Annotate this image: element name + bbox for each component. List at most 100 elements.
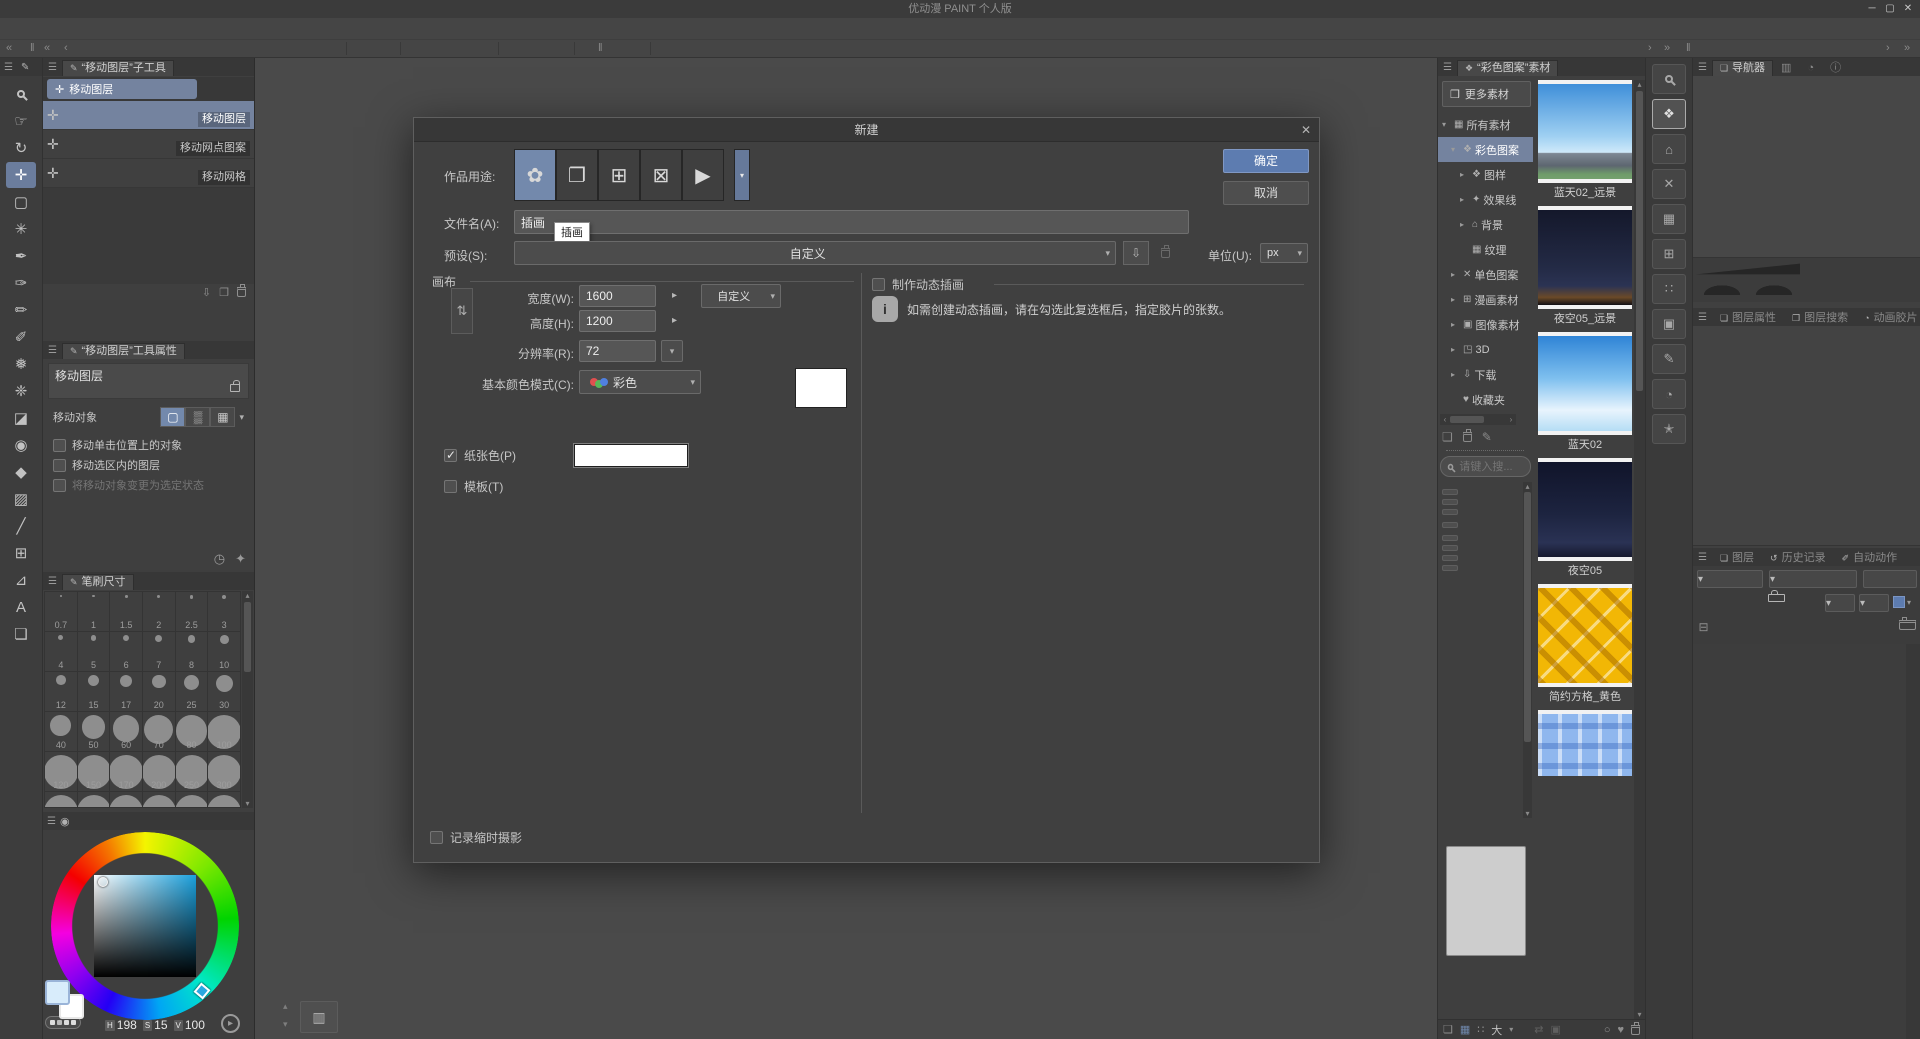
folder-image[interactable]: ▣ [1652, 309, 1686, 339]
paper-color-checkbox[interactable] [444, 449, 457, 462]
brush-size-cell[interactable]: 300 [208, 752, 240, 791]
rotate-slider[interactable] [1696, 283, 1800, 295]
use-illustration-button[interactable]: ✿ [514, 149, 556, 201]
folder-3d[interactable]: ◔ [1652, 379, 1686, 409]
color-mode-toggle-icon[interactable]: ▸ [221, 1014, 240, 1033]
subtool-menu-icon[interactable]: ☰ [43, 59, 62, 76]
save-preset-button[interactable]: ⇩ [1123, 241, 1149, 265]
divider-handle3-icon[interactable]: ‖ [1686, 40, 1691, 57]
brush-size-cell[interactable]: 200 [143, 752, 175, 791]
material-menu-icon[interactable]: ☰ [1438, 59, 1457, 76]
move-target-more-icon[interactable]: ▾ [239, 412, 244, 423]
layer-list[interactable] [1693, 644, 1906, 1039]
timelapse-checkbox[interactable] [430, 831, 443, 844]
hand-tool[interactable]: ☞ [6, 108, 36, 134]
width-input[interactable] [579, 285, 656, 307]
blend-tool[interactable]: ◉ [6, 432, 36, 458]
brushsize-menu-icon[interactable]: ☰ [43, 573, 62, 590]
brush-scrollbar[interactable]: ▴ ▾ [242, 591, 253, 808]
brush-footer-radio-icon[interactable]: ◉ [60, 815, 70, 828]
brush-size-cell[interactable] [110, 792, 142, 808]
favorite-icon[interactable]: ♥ [1617, 1024, 1624, 1036]
collapse-arrow-icon[interactable]: ‹ [64, 40, 68, 57]
toolprop-checkbox-row[interactable]: 移动单击位置上的对象 [53, 437, 244, 453]
folder-manga[interactable]: ⊞ [1652, 239, 1686, 269]
paste-material-icon[interactable]: ⇄ [1534, 1023, 1543, 1036]
delete-preset-button[interactable] [1154, 241, 1176, 265]
brush-size-cell[interactable]: 40 [45, 712, 77, 751]
airbrush-tool[interactable]: ❅ [6, 351, 36, 377]
brush-size-cell[interactable]: 6 [110, 632, 142, 671]
delete-folder-icon[interactable] [1463, 432, 1472, 442]
brush-size-cell[interactable]: 25 [176, 672, 208, 711]
material-tree-item[interactable]: ▾ ❖ 彩色图案 [1438, 137, 1533, 162]
subtool-item[interactable]: ✛ 移动网格 [43, 159, 254, 188]
checkbox[interactable] [53, 439, 66, 452]
brush-size-cell[interactable]: 80 [176, 712, 208, 751]
dock-tab[interactable]: ↺ 历史记录 [1762, 550, 1834, 566]
layer-menu-icon[interactable]: ☰ [1693, 549, 1712, 566]
lock-icon[interactable] [230, 384, 240, 392]
material-tree-item[interactable]: ▸ ✦ 效果线 [1438, 187, 1533, 212]
dock-expand-icon[interactable]: › [1886, 40, 1890, 57]
edit-folder-icon[interactable]: ✎ [1482, 430, 1492, 444]
zoom-slider[interactable] [1696, 263, 1800, 275]
folder-color-pattern[interactable]: ❖ [1652, 99, 1686, 129]
tool-palette-menu-icon[interactable]: ☰ [4, 62, 13, 73]
material-tag[interactable] [1442, 522, 1458, 528]
material-scrollbar[interactable]: ▴ ▾ [1634, 80, 1645, 1019]
move-target-tone-button[interactable]: ▒ [185, 407, 210, 427]
move-target-grid-button[interactable]: ▦ [210, 407, 235, 427]
collapse-folders-icon[interactable]: ⊟ [1695, 620, 1712, 634]
blend-mode-select[interactable]: ▾ [1697, 570, 1763, 588]
dock-tab[interactable]: ✐ 自动动作 [1834, 550, 1906, 566]
material-tree-item[interactable]: ▸ ◳ 3D [1438, 337, 1533, 362]
brush-size-cell[interactable]: 5 [78, 632, 110, 671]
wrench-icon[interactable]: ✦ [235, 551, 246, 567]
checkbox[interactable] [53, 459, 66, 472]
folder-background[interactable]: ⌂ [1652, 134, 1686, 164]
subtool-group-chip[interactable]: ✛ 移动图层 [47, 79, 197, 99]
folder-monochrome[interactable]: ✕ [1652, 169, 1686, 199]
material-tab[interactable]: ❖ “彩色图案”素材 [1457, 60, 1558, 76]
use-comic-multi-button[interactable]: ⊞ [598, 149, 640, 201]
brush-size-cell[interactable]: 120 [45, 752, 77, 791]
colormode-select[interactable]: 彩色 ▾ [579, 370, 701, 394]
dock-tab[interactable]: ❐ 图层搜索 [1784, 310, 1856, 326]
eraser-tool[interactable]: ◪ [6, 405, 36, 431]
cancel-button[interactable]: 取消 [1223, 181, 1309, 205]
use-comic-settings-button[interactable]: ⊠ [640, 149, 682, 201]
brush-size-cell[interactable]: 3 [208, 592, 240, 631]
tag-scrollbar[interactable]: ▴ ▾ [1523, 482, 1532, 818]
material-tag[interactable] [1442, 489, 1458, 495]
close-button[interactable]: ✕ [1900, 1, 1916, 17]
ok-button[interactable]: 确定 [1223, 149, 1309, 173]
reference-select[interactable]: ▾ [1859, 594, 1889, 612]
tab-subview-icon[interactable]: ▥ [1773, 60, 1799, 76]
brush-size-cell[interactable] [176, 792, 208, 808]
toolbar-icon[interactable] [574, 42, 580, 55]
dock-expand2-icon[interactable]: » [1904, 40, 1910, 57]
material-tree-item[interactable]: ▸ ✕ 单色图案 [1438, 262, 1533, 287]
opacity-field[interactable] [1863, 570, 1917, 588]
scroll-left-icon[interactable]: ‹ [1440, 415, 1450, 424]
material-tag[interactable] [1442, 535, 1458, 541]
collapse-left2-icon[interactable]: « [44, 40, 50, 57]
main-color-swatch[interactable] [45, 980, 70, 1005]
material-tag[interactable] [1442, 555, 1458, 561]
minimize-button[interactable]: ─ [1864, 1, 1880, 17]
preset-select[interactable]: 自定义 ▾ [514, 241, 1116, 265]
toolbar-icon[interactable] [346, 42, 352, 55]
folder-texture[interactable]: ▦ [1652, 204, 1686, 234]
marquee-tool[interactable]: ▢ [6, 189, 36, 215]
collapse-left-icon[interactable]: « [6, 40, 12, 57]
toolprop-checkbox-row[interactable]: 移动选区内的图层 [53, 457, 244, 473]
pen-tool[interactable]: ✑ [6, 270, 36, 296]
stack-view-icon[interactable]: ❏ [1443, 1023, 1453, 1036]
navigator-menu-icon[interactable]: ☰ [1693, 59, 1712, 76]
canvas-scroll-down-icon[interactable]: ▾ [283, 1020, 288, 1028]
dpi-select-icon[interactable]: ▾ [661, 340, 683, 362]
dock-tab[interactable]: ❏ 图层 [1712, 550, 1762, 566]
dialog-close-icon[interactable]: ✕ [1301, 118, 1311, 142]
dock-tab[interactable]: ❏ 图层属性 [1712, 310, 1784, 326]
